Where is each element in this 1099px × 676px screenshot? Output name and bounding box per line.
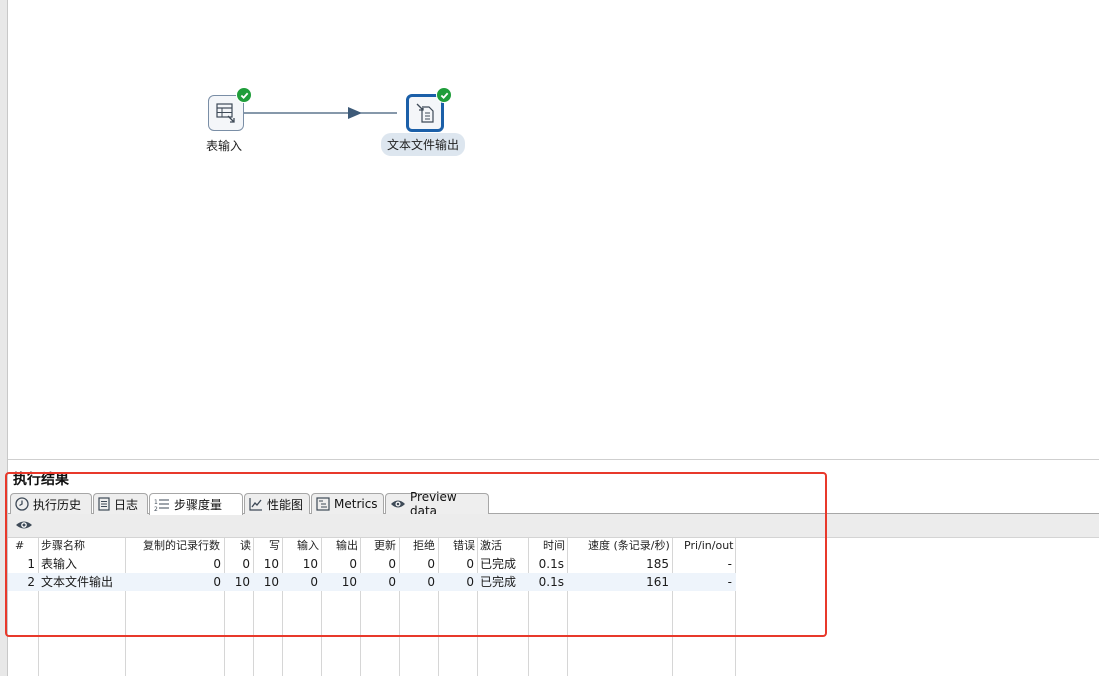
column-header[interactable]: 错误 <box>453 538 475 554</box>
table-row[interactable]: 2 文本文件输出 0 10 10 0 10 0 0 0 已完成 0.1s 161… <box>8 573 736 591</box>
input-count: 0 <box>310 575 318 589</box>
step-metrics-table[interactable]: # 步骤名称 复制的记录行数 读 写 输入 输出 更新 拒绝 错误 激活 时间 … <box>8 538 1099 676</box>
time: 0.1s <box>538 575 564 589</box>
hop-arrow[interactable] <box>242 104 412 122</box>
updated-count: 0 <box>388 575 396 589</box>
results-panel-title: 执行结果 <box>13 472 69 488</box>
svg-text:1: 1 <box>154 499 158 506</box>
copied-rows: 0 <box>213 575 221 589</box>
written-count: 10 <box>263 575 279 589</box>
speed: 161 <box>646 575 669 589</box>
rejected-count: 0 <box>427 575 435 589</box>
tab-step-metrics[interactable]: 12 步骤度量 <box>149 493 243 515</box>
error-count: 0 <box>466 557 474 571</box>
step-complete-check-icon <box>236 87 252 103</box>
input-count: 10 <box>302 557 318 571</box>
written-count: 10 <box>263 557 279 571</box>
column-header[interactable]: 输出 <box>336 538 358 554</box>
step-label: 文本文件输出 <box>381 133 466 156</box>
speed: 185 <box>646 557 669 571</box>
results-toolbar <box>8 514 1099 538</box>
tab-metrics[interactable]: Metrics <box>311 493 384 514</box>
column-header[interactable]: 激活 <box>480 538 502 554</box>
row-index: 2 <box>27 575 35 589</box>
preview-eye-icon <box>390 498 406 510</box>
table-input-icon <box>216 103 235 123</box>
column-header[interactable]: 时间 <box>543 538 565 554</box>
step-metrics-list-icon: 12 <box>154 498 170 512</box>
row-index: 1 <box>27 557 35 571</box>
metrics-tree-icon <box>316 497 330 511</box>
time: 0.1s <box>538 557 564 571</box>
column-header[interactable]: 读 <box>240 538 251 554</box>
active-status: 已完成 <box>480 557 517 571</box>
output-count: 0 <box>349 557 357 571</box>
column-header[interactable]: 输入 <box>297 538 319 554</box>
transformation-canvas[interactable]: 表输入 文本文件输出 <box>8 0 1099 460</box>
read-count: 10 <box>234 575 250 589</box>
pri-in-out: - <box>727 575 732 589</box>
window-left-edge <box>0 0 8 676</box>
eye-icon[interactable] <box>15 519 33 534</box>
tab-label: Metrics <box>334 497 378 511</box>
step-name: 表输入 <box>41 557 78 571</box>
active-status: 已完成 <box>480 575 517 589</box>
column-header[interactable]: 拒绝 <box>413 538 435 554</box>
error-count: 0 <box>466 575 474 589</box>
column-header[interactable]: Pri/in/out <box>684 538 733 554</box>
tab-preview-data[interactable]: Preview data <box>385 490 489 518</box>
column-header[interactable]: 速度 (条记录/秒) <box>588 538 670 554</box>
results-tabbar: 执行历史 日志 12 步骤度量 性能图 Metrics Preview data <box>8 490 1099 518</box>
rejected-count: 0 <box>427 557 435 571</box>
column-header[interactable]: 复制的记录行数 <box>143 538 220 554</box>
read-count: 0 <box>242 557 250 571</box>
step-name: 文本文件输出 <box>41 575 114 589</box>
copied-rows: 0 <box>213 557 221 571</box>
step-label: 表输入 <box>206 139 243 153</box>
tab-label: 步骤度量 <box>174 498 223 512</box>
updated-count: 0 <box>388 557 396 571</box>
tab-label: 执行历史 <box>33 497 82 512</box>
column-header[interactable]: # <box>15 538 24 554</box>
column-header[interactable]: 步骤名称 <box>41 538 85 554</box>
log-document-icon <box>98 497 110 511</box>
tab-execution-history[interactable]: 执行历史 <box>10 493 92 514</box>
output-count: 10 <box>341 575 357 589</box>
text-file-output-icon <box>416 103 434 123</box>
pri-in-out: - <box>727 557 732 571</box>
tab-label: 日志 <box>114 497 139 512</box>
tab-performance-graph[interactable]: 性能图 <box>244 493 310 514</box>
tab-label: 性能图 <box>267 497 304 512</box>
column-header[interactable]: 更新 <box>374 538 396 554</box>
tab-log[interactable]: 日志 <box>93 493 148 514</box>
history-clock-icon <box>15 497 29 511</box>
performance-chart-icon <box>249 497 263 511</box>
svg-text:2: 2 <box>154 506 158 512</box>
step-complete-check-icon <box>436 87 452 103</box>
table-row[interactable]: 1 表输入 0 0 10 10 0 0 0 0 已完成 0.1s 185 - <box>8 555 736 573</box>
column-header[interactable]: 写 <box>269 538 280 554</box>
